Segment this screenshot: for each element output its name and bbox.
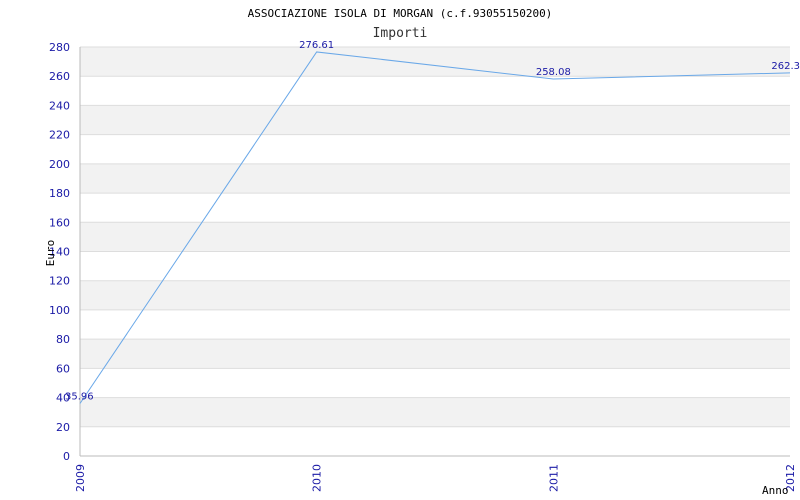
- y-tick-label: 60: [56, 362, 70, 375]
- chart: 020406080100120140160180200220240260280 …: [44, 7, 800, 497]
- x-tick-label: 2010: [311, 464, 324, 492]
- x-tick-label: 2009: [74, 464, 87, 492]
- data-label: 35.96: [65, 391, 94, 402]
- y-axis-title: Euro: [44, 240, 57, 267]
- y-tick-label: 120: [49, 275, 70, 288]
- data-label: 276.61: [299, 40, 334, 51]
- grid-band: [80, 222, 790, 252]
- y-tick-label: 280: [49, 41, 70, 54]
- y-tick-label: 240: [49, 99, 70, 112]
- grid-band: [80, 134, 790, 164]
- y-tick-label: 20: [56, 421, 70, 434]
- x-tick-label: 2011: [547, 464, 560, 492]
- y-tick-label: 260: [49, 70, 70, 83]
- grid-band: [80, 397, 790, 427]
- grid-band: [80, 368, 790, 398]
- grid-band: [80, 280, 790, 310]
- grid-band: [80, 105, 790, 135]
- y-tick-label: 160: [49, 216, 70, 229]
- chart-title: ASSOCIAZIONE ISOLA DI MORGAN (c.f.930551…: [248, 7, 553, 20]
- grid-band: [80, 339, 790, 369]
- y-tick-label: 80: [56, 333, 70, 346]
- x-tick-labels: 2009 2010 2011 2012: [74, 464, 797, 492]
- chart-subtitle: Importi: [373, 26, 428, 41]
- grid-band: [80, 47, 790, 77]
- grid-band: [80, 163, 790, 194]
- data-label: 262.3: [771, 61, 800, 72]
- y-tick-label: 0: [63, 450, 70, 463]
- y-tick-label: 220: [49, 129, 70, 142]
- y-tick-label: 100: [49, 304, 70, 317]
- y-tick-label: 180: [49, 187, 70, 200]
- grid-band: [80, 251, 790, 281]
- grid-band: [80, 193, 790, 223]
- grid-band: [80, 426, 790, 456]
- x-axis-title: Anno: [762, 484, 789, 497]
- y-tick-label: 200: [49, 158, 70, 171]
- grid-band: [80, 76, 790, 106]
- grid-band: [80, 309, 790, 340]
- data-label: 258.08: [536, 67, 571, 78]
